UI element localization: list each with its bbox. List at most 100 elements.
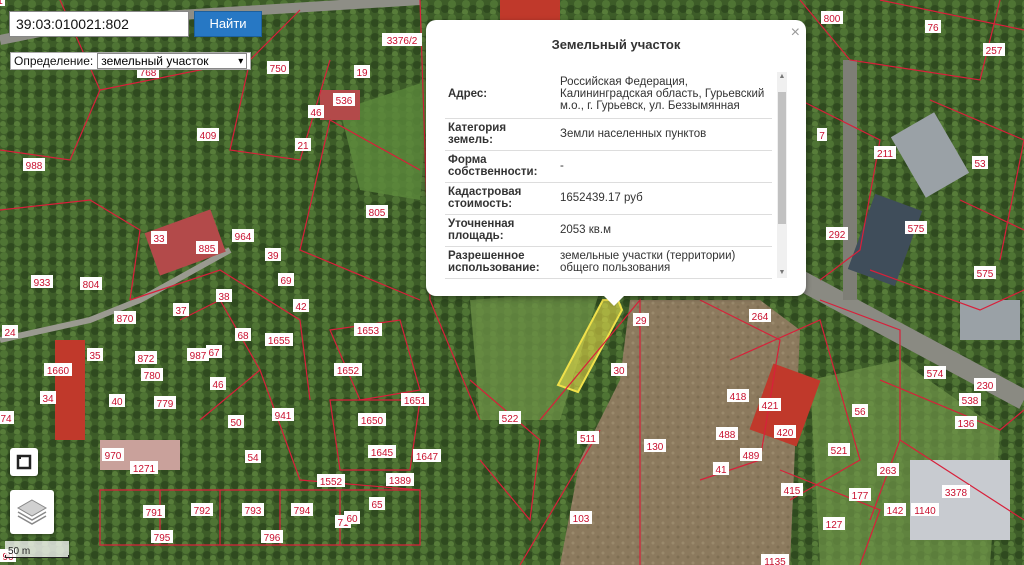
parcel-number-label[interactable]: 38	[218, 292, 230, 303]
parcel-number-label[interactable]: 794	[294, 506, 311, 517]
popup-scrollbar[interactable]: ▲ ▼	[777, 72, 787, 278]
parcel-number-label[interactable]: 793	[245, 506, 262, 517]
parcel-number-label[interactable]: 46	[310, 108, 322, 119]
parcel-number-label[interactable]: 1	[0, 0, 3, 7]
parcel-number-label[interactable]: 1135	[764, 557, 786, 565]
parcel-number-label[interactable]: 536	[336, 96, 353, 107]
parcel-number-label[interactable]: 53	[974, 159, 986, 170]
parcel-number-label[interactable]: 103	[573, 514, 590, 525]
parcel-number-label[interactable]: 264	[752, 312, 769, 323]
parcel-number-label[interactable]: 68	[237, 331, 249, 342]
parcel-number-label[interactable]: 7	[819, 131, 825, 142]
parcel-number-label[interactable]: 750	[270, 64, 287, 75]
parcel-number-label[interactable]: 130	[647, 442, 664, 453]
parcel-number-label[interactable]: 987	[190, 351, 207, 362]
cadastral-search-input[interactable]	[9, 11, 189, 37]
parcel-number-label[interactable]: 1651	[404, 396, 427, 407]
parcel-number-label[interactable]: 575	[908, 224, 925, 235]
parcel-number-label[interactable]: 1645	[371, 448, 394, 459]
parcel-number-label[interactable]: 792	[194, 506, 211, 517]
scroll-up-icon[interactable]: ▲	[777, 72, 787, 82]
parcel-number-label[interactable]: 50	[230, 418, 242, 429]
parcel-number-label[interactable]: 418	[730, 392, 747, 403]
parcel-number-label[interactable]: 1389	[389, 476, 412, 487]
parcel-number-label[interactable]: 21	[297, 141, 309, 152]
parcel-number-label[interactable]: 522	[502, 414, 519, 425]
parcel-number-label[interactable]: 421	[762, 401, 779, 412]
parcel-number-label[interactable]: 511	[580, 434, 596, 445]
parcel-number-label[interactable]: 142	[887, 506, 904, 517]
parcel-number-label[interactable]: 127	[826, 520, 843, 531]
parcel-number-label[interactable]: 292	[829, 230, 846, 241]
parcel-number-label[interactable]: 488	[719, 430, 736, 441]
parcel-number-label[interactable]: 521	[831, 446, 848, 457]
parcel-number-label[interactable]: 1652	[337, 366, 360, 377]
parcel-number-label[interactable]: 30	[613, 366, 625, 377]
parcel-number-label[interactable]: 779	[157, 399, 174, 410]
select-area-button[interactable]	[10, 448, 38, 476]
parcel-number-label[interactable]: 804	[83, 280, 100, 291]
parcel-number-label[interactable]: 795	[154, 533, 171, 544]
definition-select[interactable]: земельный участок ▾	[97, 53, 248, 69]
parcel-number-label[interactable]: 1552	[320, 477, 343, 488]
parcel-number-label[interactable]: 800	[824, 14, 841, 25]
parcel-number-label[interactable]: 263	[880, 466, 897, 477]
parcel-number-label[interactable]: 37	[175, 306, 187, 317]
parcel-number-label[interactable]: 211	[877, 149, 893, 160]
parcel-number-label[interactable]: 54	[247, 453, 259, 464]
parcel-number-label[interactable]: 136	[958, 419, 975, 430]
parcel-number-label[interactable]: 177	[852, 491, 869, 502]
parcel-number-label[interactable]: 941	[275, 411, 292, 422]
parcel-number-label[interactable]: 76	[927, 23, 939, 34]
parcel-number-label[interactable]: 420	[777, 428, 794, 439]
parcel-number-label[interactable]: 41	[715, 465, 727, 476]
parcel-number-label[interactable]: 60	[346, 514, 358, 525]
parcel-number-label[interactable]: 69	[280, 276, 292, 287]
parcel-number-label[interactable]: 791	[146, 508, 163, 519]
parcel-number-label[interactable]: 872	[138, 354, 155, 365]
scroll-down-icon[interactable]: ▼	[777, 268, 787, 278]
layers-button[interactable]	[10, 490, 54, 534]
parcel-number-label[interactable]: 1650	[361, 416, 384, 427]
parcel-number-label[interactable]: 1140	[914, 506, 936, 517]
parcel-number-label[interactable]: 67	[208, 348, 220, 359]
parcel-number-label[interactable]: 39	[267, 251, 279, 262]
parcel-number-label[interactable]: 257	[986, 46, 1003, 57]
parcel-number-label[interactable]: 24	[4, 328, 16, 339]
parcel-number-label[interactable]: 42	[295, 302, 307, 313]
parcel-number-label[interactable]: 575	[977, 269, 994, 280]
parcel-number-label[interactable]: 34	[42, 394, 54, 405]
parcel-number-label[interactable]: 3376/2	[387, 36, 418, 47]
parcel-number-label[interactable]: 33	[153, 234, 165, 245]
parcel-number-label[interactable]: 65	[371, 500, 383, 511]
parcel-number-label[interactable]: 56	[854, 407, 866, 418]
parcel-number-label[interactable]: 35	[89, 351, 101, 362]
parcel-number-label[interactable]: 1271	[133, 464, 156, 475]
parcel-number-label[interactable]: 933	[34, 278, 51, 289]
parcel-number-label[interactable]: 230	[977, 381, 994, 392]
parcel-number-label[interactable]: 3378	[945, 488, 968, 499]
parcel-number-label[interactable]: 964	[235, 232, 252, 243]
parcel-number-label[interactable]: 409	[200, 131, 217, 142]
parcel-number-label[interactable]: 1655	[268, 336, 291, 347]
parcel-number-label[interactable]: 970	[105, 451, 122, 462]
parcel-number-label[interactable]: 1660	[47, 366, 70, 377]
parcel-number-label[interactable]: 46	[212, 380, 224, 391]
parcel-number-label[interactable]: 574	[927, 369, 944, 380]
parcel-number-label[interactable]: 29	[635, 316, 647, 327]
scroll-thumb[interactable]	[778, 92, 786, 224]
parcel-number-label[interactable]: 489	[743, 451, 760, 462]
parcel-number-label[interactable]: 40	[111, 397, 123, 408]
parcel-number-label[interactable]: 988	[26, 161, 43, 172]
parcel-number-label[interactable]: 870	[117, 314, 134, 325]
parcel-number-label[interactable]: 538	[962, 396, 979, 407]
parcel-number-label[interactable]: 19	[356, 68, 368, 79]
parcel-number-label[interactable]: 796	[264, 533, 281, 544]
parcel-number-label[interactable]: 415	[784, 486, 801, 497]
parcel-number-label[interactable]: 1653	[357, 326, 380, 337]
parcel-number-label[interactable]: 780	[144, 371, 161, 382]
parcel-number-label[interactable]: 805	[369, 208, 386, 219]
find-button[interactable]: Найти	[194, 11, 262, 37]
parcel-number-label[interactable]: 1647	[416, 452, 439, 463]
parcel-number-label[interactable]: 74	[0, 414, 12, 425]
